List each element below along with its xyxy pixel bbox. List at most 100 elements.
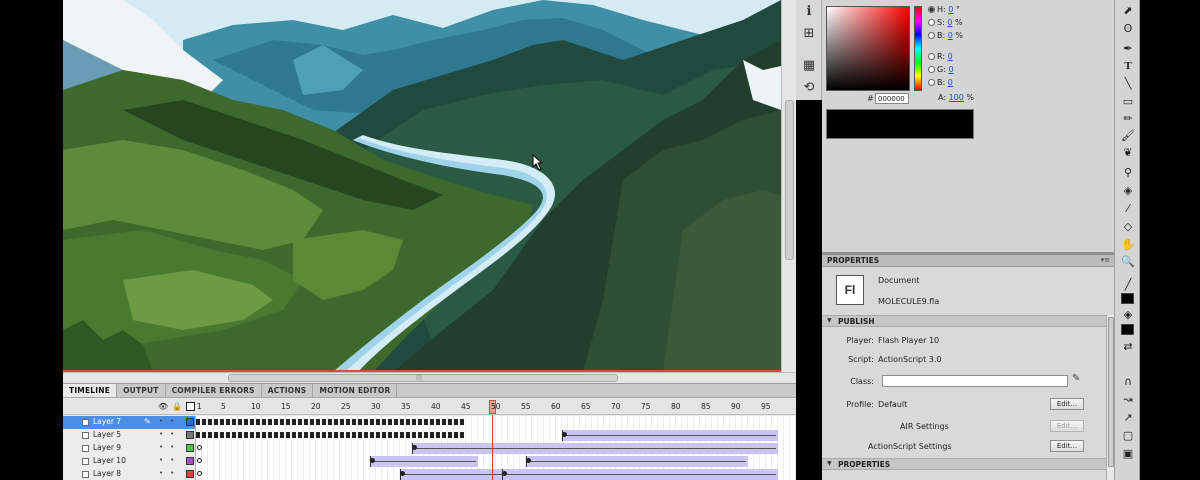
tab-actions[interactable]: ACTIONS [262, 384, 314, 397]
eyedropper-tool-icon[interactable]: ⁄ [1119, 201, 1137, 217]
option-icon[interactable]: ▣ [1119, 446, 1137, 462]
radio-icon[interactable] [928, 6, 935, 13]
keyframe[interactable] [526, 458, 531, 463]
stroke-color-icon[interactable]: ╱ [1119, 277, 1137, 293]
layer-name[interactable]: Layer 5 [93, 430, 121, 439]
hue-field[interactable]: H: 0 ° [928, 5, 960, 15]
scroll-thumb[interactable] [228, 374, 618, 382]
layer-visibility-lock-toggles[interactable]: •• [159, 430, 181, 438]
red-field[interactable]: R: 0 [928, 52, 953, 62]
layer-outline-color[interactable] [186, 444, 194, 452]
publish-section-header[interactable]: ▼ PUBLISH [822, 315, 1106, 327]
brush-tool-icon[interactable]: 🖌 [1119, 128, 1137, 144]
radio-icon[interactable] [928, 19, 935, 26]
layer-name[interactable]: Layer 9 [93, 443, 121, 452]
paint-bucket-tool-icon[interactable]: ◈ [1119, 183, 1137, 199]
info-icon[interactable]: ℹ [801, 4, 817, 20]
layer-header[interactable]: Layer 5 •• [63, 429, 196, 442]
pen-tool-icon[interactable]: ✒ [1119, 41, 1137, 57]
stage-vertical-scrollbar[interactable] [781, 0, 796, 372]
lasso-tool-icon[interactable]: ʘ [1119, 21, 1137, 37]
motion-tween-span[interactable] [526, 456, 748, 467]
tab-output[interactable]: OUTPUT [117, 384, 166, 397]
keyframe[interactable] [400, 471, 405, 476]
layer-name[interactable]: Layer 7 [93, 417, 121, 426]
layer-outline-color[interactable] [186, 470, 194, 478]
snap-icon[interactable]: ∩ [1119, 374, 1137, 390]
layer-frames[interactable] [196, 442, 796, 455]
layer-name[interactable]: Layer 10 [93, 456, 126, 465]
layer-visibility-lock-toggles[interactable]: •• [159, 469, 181, 477]
radio-icon[interactable] [928, 79, 935, 86]
keyframe-strip[interactable] [196, 432, 466, 438]
stage-canvas[interactable] [63, 0, 781, 372]
transform-icon[interactable]: ⟲ [801, 80, 817, 96]
profile-edit-button[interactable]: Edit... [1050, 398, 1084, 410]
layer-row[interactable]: Layer 9 •• [63, 442, 796, 455]
brightness-field[interactable]: B: 0 % [928, 31, 963, 41]
radio-icon[interactable] [928, 66, 935, 73]
fill-color-swatch[interactable] [1121, 324, 1134, 335]
fill-color-icon[interactable]: ◈ [1119, 307, 1137, 323]
lock-icon[interactable]: 🔒 [172, 402, 182, 411]
hand-tool-icon[interactable]: ✋ [1119, 237, 1137, 253]
air-settings-edit-button[interactable]: Edit... [1050, 420, 1084, 432]
layer-name[interactable]: Layer 8 [93, 469, 121, 478]
bone-tool-icon[interactable]: ⚲ [1119, 165, 1137, 181]
outline-icon[interactable] [186, 402, 195, 411]
panel-menu-icon[interactable]: ▾≡ [1101, 256, 1110, 264]
layer-outline-color[interactable] [186, 457, 194, 465]
tab-compiler-errors[interactable]: COMPILER ERRORS [166, 384, 262, 397]
radio-icon[interactable] [928, 53, 935, 60]
scroll-thumb[interactable] [785, 100, 794, 260]
motion-tween-span[interactable] [370, 456, 478, 467]
properties-section-header[interactable]: ▼ PROPERTIES [822, 458, 1106, 470]
actionscript-settings-edit-button[interactable]: Edit... [1050, 440, 1084, 452]
empty-keyframe[interactable] [197, 471, 202, 476]
tab-motion-editor[interactable]: MOTION EDITOR [313, 384, 398, 397]
layer-outline-color[interactable] [186, 418, 194, 426]
saturation-field[interactable]: S: 0 % [928, 18, 963, 28]
layer-visibility-lock-toggles[interactable]: •• [159, 456, 181, 464]
motion-tween-span[interactable] [562, 430, 778, 441]
layer-visibility-lock-toggles[interactable]: •• [159, 443, 181, 451]
layer-row[interactable]: Layer 8 •• [63, 468, 796, 480]
smooth-icon[interactable]: ↝ [1119, 392, 1137, 408]
straighten-icon[interactable]: ↗ [1119, 410, 1137, 426]
stroke-color-swatch[interactable] [1121, 293, 1134, 304]
deco-tool-icon[interactable]: ❦ [1119, 145, 1137, 161]
motion-tween-span[interactable] [412, 443, 778, 454]
text-tool-icon[interactable]: T [1119, 58, 1137, 74]
hex-input[interactable]: 000000 [875, 93, 909, 104]
layer-frames[interactable] [196, 416, 796, 429]
keyframe[interactable] [562, 432, 567, 437]
layer-header[interactable]: Layer 10 •• [63, 455, 196, 468]
frame-ruler[interactable]: 1 5 10 15 20 25 30 35 40 45 50 55 60 65 70 75 80 85 90 95 [196, 399, 796, 415]
layer-row[interactable]: Layer 10 •• [63, 455, 796, 468]
alpha-field[interactable]: A: 100 % [938, 93, 974, 102]
properties-scrollbar[interactable] [1106, 315, 1114, 480]
radio-icon[interactable] [928, 32, 935, 39]
layer-header[interactable]: Layer 9 •• [63, 442, 196, 455]
keyframe[interactable] [502, 471, 507, 476]
pencil-tool-icon[interactable]: ✏ [1119, 111, 1137, 127]
swatches-icon[interactable]: ▦ [801, 58, 817, 74]
rectangle-tool-icon[interactable]: ▭ [1119, 94, 1137, 110]
layer-header[interactable]: Layer 8 •• [63, 468, 196, 480]
layer-row[interactable]: Layer 5 •• [63, 429, 796, 442]
empty-keyframe[interactable] [197, 458, 202, 463]
stage-horizontal-scrollbar[interactable]: ||| [63, 372, 796, 383]
empty-keyframe[interactable] [197, 445, 202, 450]
color-picker-field[interactable] [826, 6, 910, 91]
edit-class-pencil-icon[interactable]: ✎ [1072, 373, 1080, 384]
option-icon[interactable]: ▢ [1119, 428, 1137, 444]
layer-row[interactable]: Layer 7 ✎ •• [63, 416, 796, 429]
zoom-tool-icon[interactable]: 🔍 [1119, 254, 1137, 270]
blue-field[interactable]: B: 0 [928, 78, 953, 88]
eye-icon[interactable]: 👁 [158, 402, 168, 411]
layer-frames[interactable] [196, 455, 796, 468]
selection-tool-icon[interactable]: ⬈ [1119, 3, 1137, 19]
keyframe-strip[interactable] [196, 419, 466, 425]
keyframe[interactable] [412, 445, 417, 450]
keyframe[interactable] [370, 458, 375, 463]
